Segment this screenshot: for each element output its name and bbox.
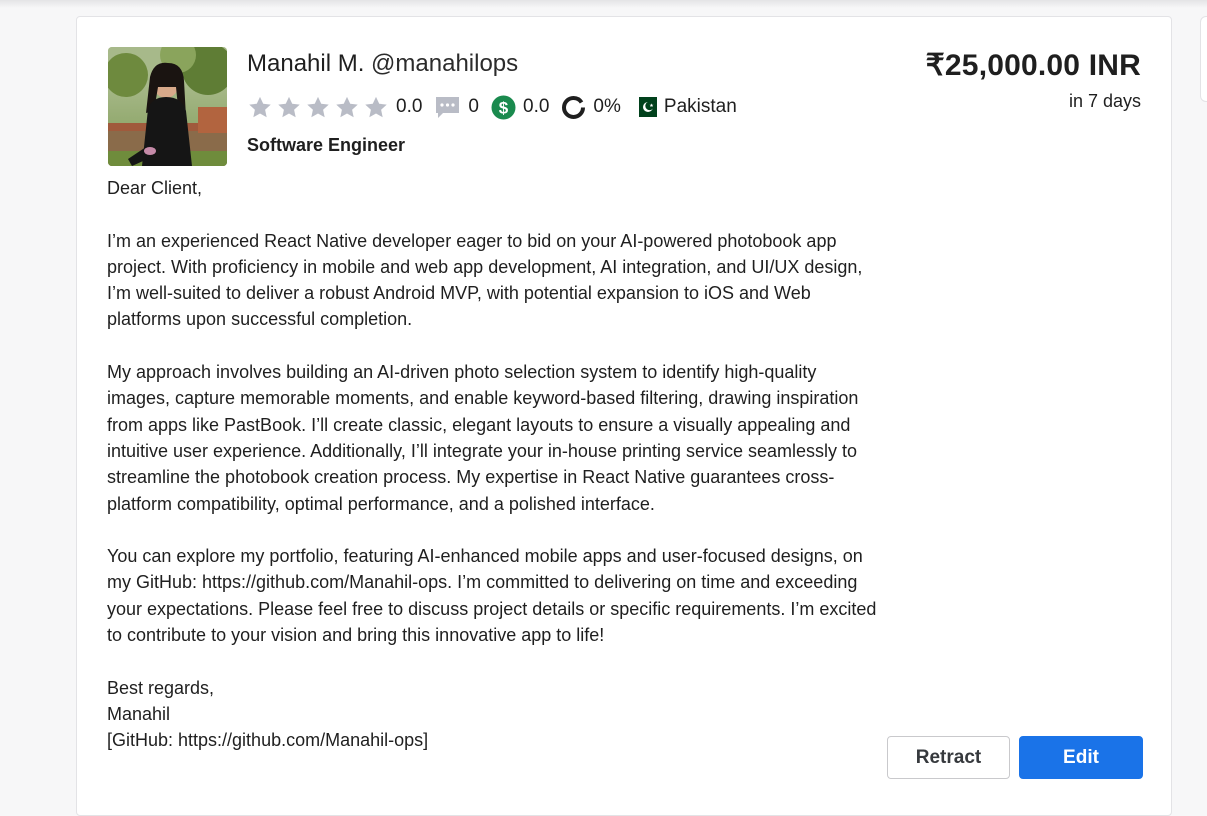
dollar-icon: $ xyxy=(491,95,516,120)
proposal-signature: Manahil xyxy=(107,703,171,724)
star-icon xyxy=(336,96,358,117)
star-icon xyxy=(249,96,271,117)
freelancer-stats: 0.0 0 $ 0.0 0% Pakistan xyxy=(247,92,749,122)
proposal-paragraph: My approach involves building an AI-driv… xyxy=(107,362,859,514)
star-icon xyxy=(278,96,300,117)
proposal-github-link: [GitHub: https://github.com/Manahil-ops] xyxy=(107,730,429,751)
edit-button[interactable]: Edit xyxy=(1019,736,1143,779)
proposal-paragraph: You can explore my portfolio, featuring … xyxy=(107,546,877,646)
completion-rate: 0% xyxy=(593,96,621,117)
delivery-time: in 7 days xyxy=(1068,91,1141,111)
country-name: Pakistan xyxy=(663,96,737,117)
rating-stars xyxy=(247,95,389,120)
proposal-greeting: Dear Client, xyxy=(107,178,203,198)
freelancer-title: Software Engineer xyxy=(247,135,406,155)
ring-progress-icon xyxy=(561,95,586,120)
comment-icon xyxy=(434,95,461,120)
avatar[interactable] xyxy=(108,47,227,166)
proposal-paragraph: I’m an experienced React Native develope… xyxy=(107,230,863,330)
proposal-text: Dear Client, I’m an experienced React Na… xyxy=(107,175,877,754)
bid-card: Manahil M. @manahilops 0.0 0 $ 0.0 0% Pa… xyxy=(76,16,1172,816)
pakistan-flag-icon xyxy=(632,97,657,117)
reviews-count: 0 xyxy=(468,96,479,117)
proposal-signoff: Best regards, xyxy=(107,677,215,698)
svg-text:$: $ xyxy=(499,98,509,117)
freelancer-name-line: Manahil M. @manahilops xyxy=(247,50,518,78)
freelancer-handle: @manahilops xyxy=(371,50,519,77)
star-icon xyxy=(307,96,329,117)
top-shadow-bar xyxy=(0,0,1207,8)
freelancer-name[interactable]: Manahil M. xyxy=(247,50,364,77)
rating-value: 0.0 xyxy=(396,96,423,117)
earnings-score: 0.0 xyxy=(523,96,550,117)
retract-button[interactable]: Retract xyxy=(887,736,1010,779)
adjacent-panel-edge xyxy=(1200,16,1207,102)
star-icon xyxy=(365,96,387,117)
bid-amount: ₹25,000.00 INR xyxy=(925,49,1141,82)
